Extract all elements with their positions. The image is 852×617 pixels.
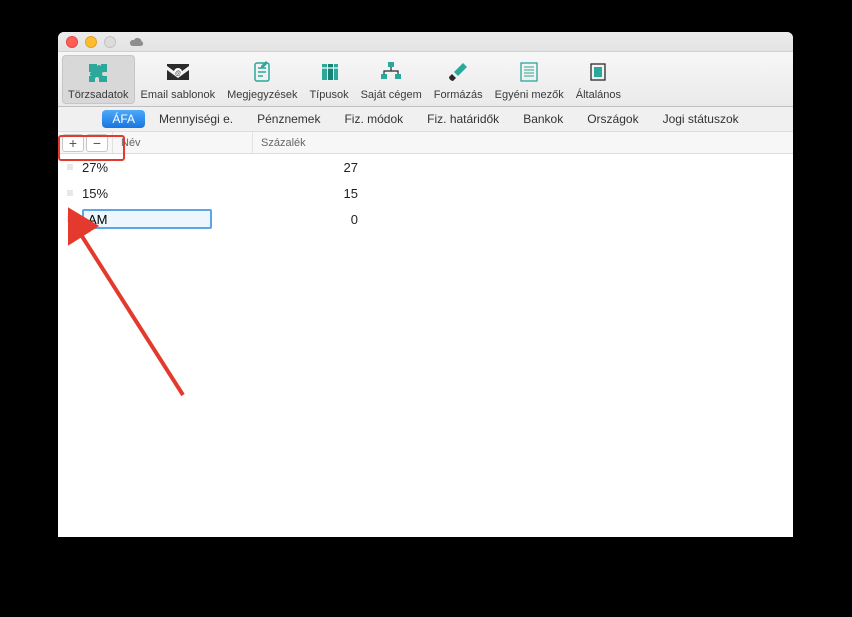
column-header-row: + − Név Százalék — [58, 132, 793, 154]
table-row[interactable]: ≡ 0 — [58, 206, 793, 232]
list-icon — [512, 57, 546, 87]
toolbar-label: Email sablonok — [141, 89, 216, 101]
note-icon — [245, 57, 279, 87]
drag-handle-icon[interactable]: ≡ — [62, 212, 78, 226]
titlebar — [58, 32, 793, 52]
toolbar-label: Törzsadatok — [68, 89, 129, 101]
toolbar-formazas[interactable]: Formázás — [428, 55, 489, 104]
tab-penznemek[interactable]: Pénznemek — [247, 110, 330, 128]
tab-fiz-hataridok[interactable]: Fiz. határidők — [417, 110, 509, 128]
toolbar-label: Egyéni mezők — [495, 89, 564, 101]
drag-handle-icon[interactable]: ≡ — [62, 186, 78, 200]
remove-row-button[interactable]: − — [86, 134, 108, 152]
table-row[interactable]: ≡ 15% 15 — [58, 180, 793, 206]
books-icon — [312, 57, 346, 87]
brush-icon — [441, 57, 475, 87]
tab-afa[interactable]: ÁFA — [102, 110, 145, 128]
panel-icon — [581, 57, 615, 87]
name-input[interactable] — [82, 209, 212, 229]
toolbar-label: Saját cégem — [361, 89, 422, 101]
toolbar-torzsadatok[interactable]: Törzsadatok — [62, 55, 135, 104]
drag-handle-icon[interactable]: ≡ — [62, 160, 78, 174]
cell-percent: 27 — [278, 160, 358, 175]
puzzle-icon — [81, 57, 115, 87]
add-remove-group: + − — [58, 132, 112, 153]
cell-name-editing — [78, 209, 278, 229]
cell-percent: 0 — [278, 212, 358, 227]
toolbar-label: Általános — [576, 89, 621, 101]
cell-name: 15% — [78, 186, 278, 201]
org-icon — [374, 57, 408, 87]
toolbar-email-sablonok[interactable]: @ Email sablonok — [135, 55, 222, 104]
toolbar-altalanos[interactable]: Általános — [570, 55, 627, 104]
envelope-icon: @ — [161, 57, 195, 87]
toolbar-label: Megjegyzések — [227, 89, 297, 101]
tab-orszagok[interactable]: Országok — [577, 110, 648, 128]
toolbar-sajat-cegem[interactable]: Saját cégem — [355, 55, 428, 104]
column-header-nev[interactable]: Név — [112, 132, 252, 153]
toolbar-tipusok[interactable]: Típusok — [303, 55, 354, 104]
column-header-szazalek[interactable]: Százalék — [252, 132, 412, 153]
svg-text:@: @ — [175, 71, 181, 77]
tab-jogi-statuszok[interactable]: Jogi státuszok — [653, 110, 749, 128]
cell-percent: 15 — [278, 186, 358, 201]
tab-bankok[interactable]: Bankok — [513, 110, 573, 128]
toolbar-megjegyzesek[interactable]: Megjegyzések — [221, 55, 303, 104]
app-window: Törzsadatok @ Email sablonok Megjegyzése… — [58, 32, 793, 537]
tab-mennyisegi[interactable]: Mennyiségi e. — [149, 110, 243, 128]
cell-name: 27% — [78, 160, 278, 175]
toolbar-egyeni-mezok[interactable]: Egyéni mezők — [489, 55, 570, 104]
zoom-window-button[interactable] — [104, 36, 116, 48]
table-row[interactable]: ≡ 27% 27 — [58, 154, 793, 180]
minimize-window-button[interactable] — [85, 36, 97, 48]
toolbar-label: Típusok — [309, 89, 348, 101]
close-window-button[interactable] — [66, 36, 78, 48]
toolbar-label: Formázás — [434, 89, 483, 101]
tab-fiz-modok[interactable]: Fiz. módok — [334, 110, 413, 128]
toolbar: Törzsadatok @ Email sablonok Megjegyzése… — [58, 52, 793, 107]
tabs-bar: ÁFA Mennyiségi e. Pénznemek Fiz. módok F… — [58, 107, 793, 132]
add-row-button[interactable]: + — [62, 134, 84, 152]
vat-list: ≡ 27% 27 ≡ 15% 15 ≡ 0 — [58, 154, 793, 232]
cloud-icon — [129, 36, 145, 48]
